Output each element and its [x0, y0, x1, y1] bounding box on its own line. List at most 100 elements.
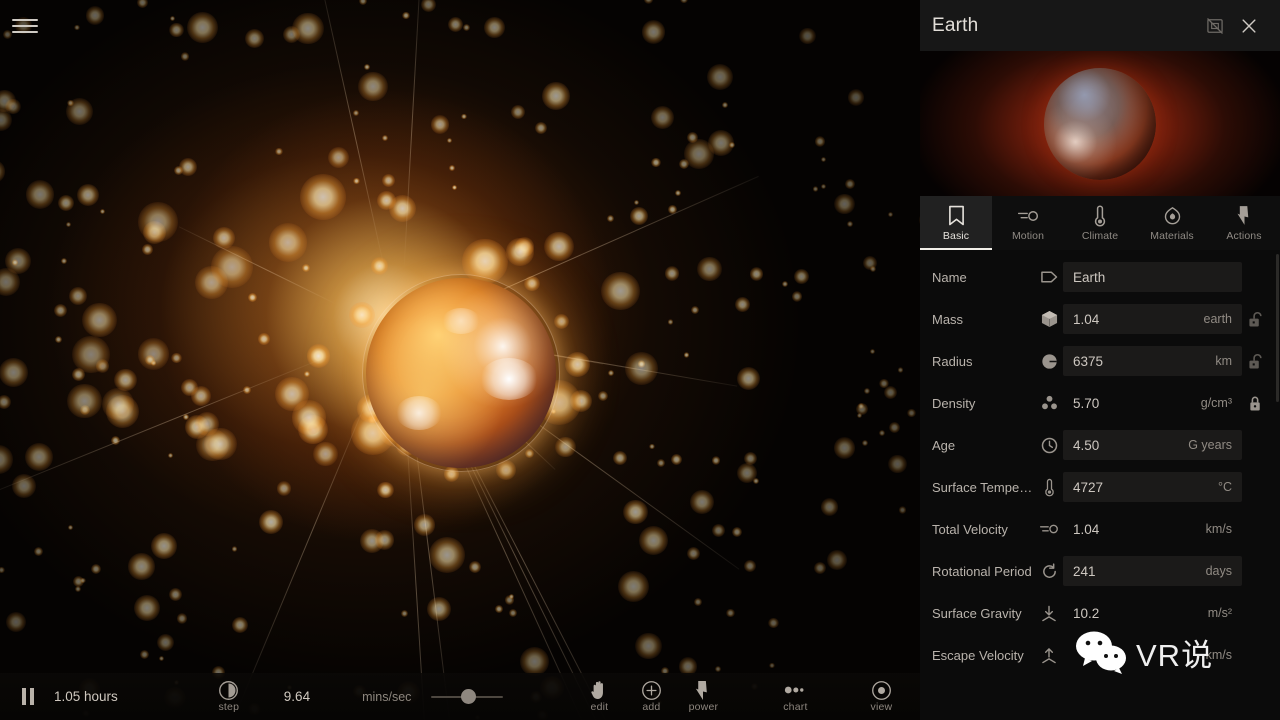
gravity-down-icon: [1035, 605, 1063, 622]
property-unit: °C: [1218, 480, 1232, 494]
property-value: Earth: [1073, 270, 1232, 285]
panel-tabs: Basic Motion Climate: [920, 196, 1280, 250]
tab-climate-label: Climate: [1082, 230, 1118, 242]
property-value: 4.50: [1073, 438, 1188, 453]
property-label: Total Velocity: [932, 522, 1035, 537]
property-value: 10.2: [1073, 606, 1208, 621]
step-label: step: [218, 701, 239, 713]
step-button[interactable]: step: [202, 673, 256, 720]
thermometer-icon: [1035, 478, 1063, 497]
property-row[interactable]: Rotational Period241days: [920, 550, 1280, 592]
property-input[interactable]: 1.04earth: [1063, 304, 1242, 334]
property-value: 6375: [1073, 354, 1215, 369]
property-unit: g/cm³: [1201, 396, 1232, 410]
page-title: Earth: [932, 15, 1198, 37]
property-unit: km/s: [1206, 522, 1232, 536]
property-row[interactable]: Radius 6375km: [920, 340, 1280, 382]
property-row[interactable]: Mass 1.04earth: [920, 298, 1280, 340]
velocity-icon: [1035, 522, 1063, 536]
droplet-icon: [1162, 205, 1183, 227]
panel-scrollbar[interactable]: [1276, 250, 1279, 720]
time-rate-value: 9.64: [284, 689, 310, 704]
clock-icon: [1035, 437, 1063, 454]
property-label: Radius: [932, 354, 1035, 369]
view-tool-button[interactable]: view: [857, 673, 905, 720]
planet-preview[interactable]: [920, 51, 1280, 196]
property-row[interactable]: Total Velocity 1.04km/s: [920, 508, 1280, 550]
property-value: 1.04: [1073, 312, 1204, 327]
planet-cloud: [396, 396, 442, 430]
sim-time-readout: 1.05 hours: [54, 689, 118, 704]
tab-actions[interactable]: Actions: [1208, 196, 1280, 250]
gravity-up-icon: [1035, 647, 1063, 664]
power-tool-button[interactable]: power: [679, 673, 727, 720]
property-input[interactable]: 4.50G years: [1063, 430, 1242, 460]
property-unit: earth: [1204, 312, 1233, 326]
scrollbar-thumb[interactable]: [1276, 254, 1279, 402]
lock-locked-icon[interactable]: [1242, 395, 1268, 412]
property-unit: m/s²: [1208, 606, 1232, 620]
property-label: Mass: [932, 312, 1035, 327]
property-row[interactable]: Density 5.70g/cm³: [920, 382, 1280, 424]
property-label: Surface Temperatur…: [932, 480, 1035, 495]
property-input[interactable]: Earth: [1063, 262, 1242, 292]
property-input[interactable]: 10.2m/s²: [1063, 598, 1242, 628]
eye-icon: [871, 681, 892, 700]
tab-climate[interactable]: Climate: [1064, 196, 1136, 250]
pause-button[interactable]: [8, 688, 48, 705]
tab-basic[interactable]: Basic: [920, 196, 992, 250]
chart-tool-button[interactable]: chart: [771, 673, 819, 720]
property-value: 241: [1073, 564, 1206, 579]
property-value: 4727: [1073, 480, 1218, 495]
tab-materials[interactable]: Materials: [1136, 196, 1208, 250]
edit-label: edit: [591, 701, 609, 713]
hide-display-icon[interactable]: [1198, 9, 1232, 43]
cube-icon: [1035, 310, 1063, 328]
property-unit: days: [1206, 564, 1232, 578]
panel-header: Earth: [920, 0, 1280, 51]
property-label: Escape Velocity: [932, 648, 1035, 663]
close-icon[interactable]: [1232, 9, 1266, 43]
lock-unlocked-icon[interactable]: [1242, 311, 1268, 328]
rotate-icon: [1035, 563, 1063, 580]
property-unit: km: [1215, 354, 1232, 368]
slider-knob[interactable]: [461, 689, 476, 704]
property-input[interactable]: 1.04km/s: [1063, 514, 1242, 544]
property-row[interactable]: Age4.50G years: [920, 424, 1280, 466]
planet-cloud: [480, 358, 538, 400]
property-input[interactable]: 6375km: [1063, 346, 1242, 376]
plus-circle-icon: [641, 681, 662, 700]
hamburger-menu-icon[interactable]: [12, 14, 38, 38]
tag-icon: [1035, 270, 1063, 284]
lightning-icon: [695, 681, 711, 700]
step-dial-icon: [218, 681, 239, 700]
tab-motion-label: Motion: [1012, 230, 1044, 242]
property-row[interactable]: NameEarth: [920, 256, 1280, 298]
property-row[interactable]: Surface Temperatur… 4727°C: [920, 466, 1280, 508]
property-value: 1.04: [1073, 522, 1206, 537]
time-rate-slider[interactable]: [431, 688, 503, 706]
lock-unlocked-icon[interactable]: [1242, 353, 1268, 370]
property-row[interactable]: Surface Gravity10.2m/s²: [920, 592, 1280, 634]
property-input[interactable]: 4727°C: [1063, 472, 1242, 502]
edit-tool-button[interactable]: edit: [575, 673, 623, 720]
tab-motion[interactable]: Motion: [992, 196, 1064, 250]
lightning-icon: [1237, 205, 1252, 227]
tab-basic-label: Basic: [943, 230, 969, 242]
property-input[interactable]: km/s: [1063, 640, 1242, 670]
chart-dots-icon: [784, 681, 806, 700]
property-list[interactable]: NameEarthMass1.04earthRadius6375kmDensit…: [920, 250, 1280, 720]
hand-icon: [590, 681, 608, 700]
molecule-icon: [1035, 395, 1063, 411]
property-row[interactable]: Escape Velocity km/s: [920, 634, 1280, 676]
time-rate-units: mins/sec: [362, 690, 411, 704]
add-label: add: [642, 701, 660, 713]
property-input[interactable]: 241days: [1063, 556, 1242, 586]
add-tool-button[interactable]: add: [627, 673, 675, 720]
simulation-viewport[interactable]: [0, 0, 920, 720]
property-input[interactable]: 5.70g/cm³: [1063, 388, 1242, 418]
property-label: Density: [932, 396, 1035, 411]
radius-icon: [1035, 353, 1063, 370]
thermometer-icon: [1094, 205, 1106, 227]
selected-planet-body[interactable]: [366, 278, 556, 468]
